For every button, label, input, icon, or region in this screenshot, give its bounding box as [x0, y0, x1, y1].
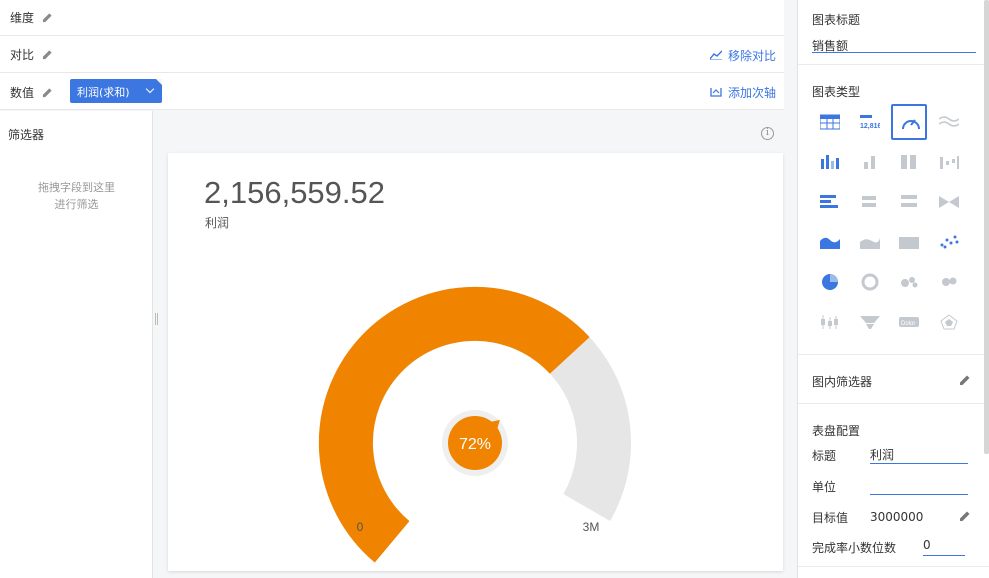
- chart-card: 2,156,559.52 利润 72% 0 3M: [168, 153, 783, 571]
- info-icon[interactable]: i: [761, 127, 774, 140]
- stacked-area-icon[interactable]: [852, 224, 888, 260]
- pencil-icon[interactable]: [959, 510, 971, 522]
- percent-area-icon[interactable]: [891, 224, 927, 260]
- svg-text:Dolor: Dolor: [901, 321, 915, 327]
- chart-type-label: 图表类型: [812, 85, 861, 99]
- compare-row[interactable]: 对比 移除对比: [0, 37, 784, 73]
- unit-key: 单位: [812, 480, 837, 494]
- chart-title-input[interactable]: 销售额: [812, 35, 976, 53]
- decimals-input[interactable]: 0: [923, 538, 965, 556]
- decimals-key: 完成率小数位数: [812, 541, 897, 555]
- dimension-row[interactable]: 维度: [0, 0, 784, 36]
- target-value: 3000000: [870, 510, 924, 524]
- gauge-title-input[interactable]: 利润: [870, 446, 968, 464]
- funnel-icon[interactable]: [852, 304, 888, 340]
- filter-title: 筛选器: [8, 128, 45, 142]
- pencil-icon[interactable]: [42, 49, 53, 60]
- unit-input[interactable]: [870, 477, 968, 495]
- pencil-icon[interactable]: [959, 374, 971, 386]
- pencil-icon[interactable]: [42, 87, 53, 98]
- gauge-chart: 72% 0 3M: [318, 286, 631, 563]
- svg-text:12,816: 12,816: [860, 123, 880, 130]
- grouped-bar-icon[interactable]: [891, 144, 927, 180]
- axis-icon: [710, 88, 722, 97]
- stacked-bar-icon[interactable]: [852, 144, 888, 180]
- target-key: 目标值: [812, 511, 849, 525]
- remove-compare-link[interactable]: 移除对比: [709, 47, 776, 64]
- dimension-label: 维度: [10, 11, 35, 25]
- area-chart-icon[interactable]: [812, 224, 848, 260]
- gauge-icon[interactable]: [891, 104, 927, 140]
- filter-panel[interactable]: 筛选器 拖拽字段到这里 进行筛选: [0, 111, 153, 578]
- scrollbar[interactable]: [984, 0, 989, 454]
- chart-title-label: 图表标题: [812, 13, 861, 27]
- gauge-min-label: 0: [357, 520, 364, 534]
- gauge-percent: 72%: [459, 436, 491, 453]
- line-chart-icon: [709, 50, 722, 60]
- waterfall-icon[interactable]: [931, 144, 967, 180]
- value-field-pill[interactable]: 利润(求和): [70, 79, 162, 103]
- pencil-icon[interactable]: [42, 12, 53, 23]
- add-secondary-axis-link[interactable]: 添加次轴: [710, 84, 776, 101]
- filter-drop-hint: 拖拽字段到这里 进行筛选: [38, 181, 115, 211]
- inner-filter-label: 图内筛选器: [812, 375, 873, 389]
- kpi-number-icon[interactable]: 12,816: [852, 104, 888, 140]
- ring-chart-icon[interactable]: [852, 264, 888, 300]
- value-label: 数值: [10, 86, 35, 100]
- bar-chart-icon[interactable]: [812, 144, 848, 180]
- horizontal-grouped-icon[interactable]: [891, 184, 927, 220]
- resize-handle[interactable]: [155, 313, 158, 325]
- bowtie-icon[interactable]: [931, 184, 967, 220]
- horizontal-bar-icon[interactable]: [812, 184, 848, 220]
- wave-icon[interactable]: [931, 104, 967, 140]
- word-cloud-icon[interactable]: Dolor: [891, 304, 927, 340]
- gauge-max-label: 3M: [583, 520, 600, 534]
- scatter-icon[interactable]: [931, 224, 967, 260]
- candlestick-icon[interactable]: [812, 304, 848, 340]
- pie-chart-icon[interactable]: [812, 264, 848, 300]
- value-field-label: 利润(求和): [77, 86, 130, 99]
- table-icon[interactable]: [812, 104, 848, 140]
- gauge-config-label: 表盘配置: [812, 424, 861, 438]
- chevron-down-icon[interactable]: [145, 84, 155, 94]
- radar-icon[interactable]: [931, 304, 967, 340]
- settings-panel: 图表标题 销售额 图表类型 12,816 Dolor 图内筛选器 表盘配置 标题 …: [797, 0, 989, 578]
- bubble-icon[interactable]: [891, 264, 927, 300]
- title-key: 标题: [812, 449, 837, 463]
- horizontal-stacked-icon[interactable]: [852, 184, 888, 220]
- bubble-map-icon[interactable]: [931, 264, 967, 300]
- compare-label: 对比: [10, 48, 35, 62]
